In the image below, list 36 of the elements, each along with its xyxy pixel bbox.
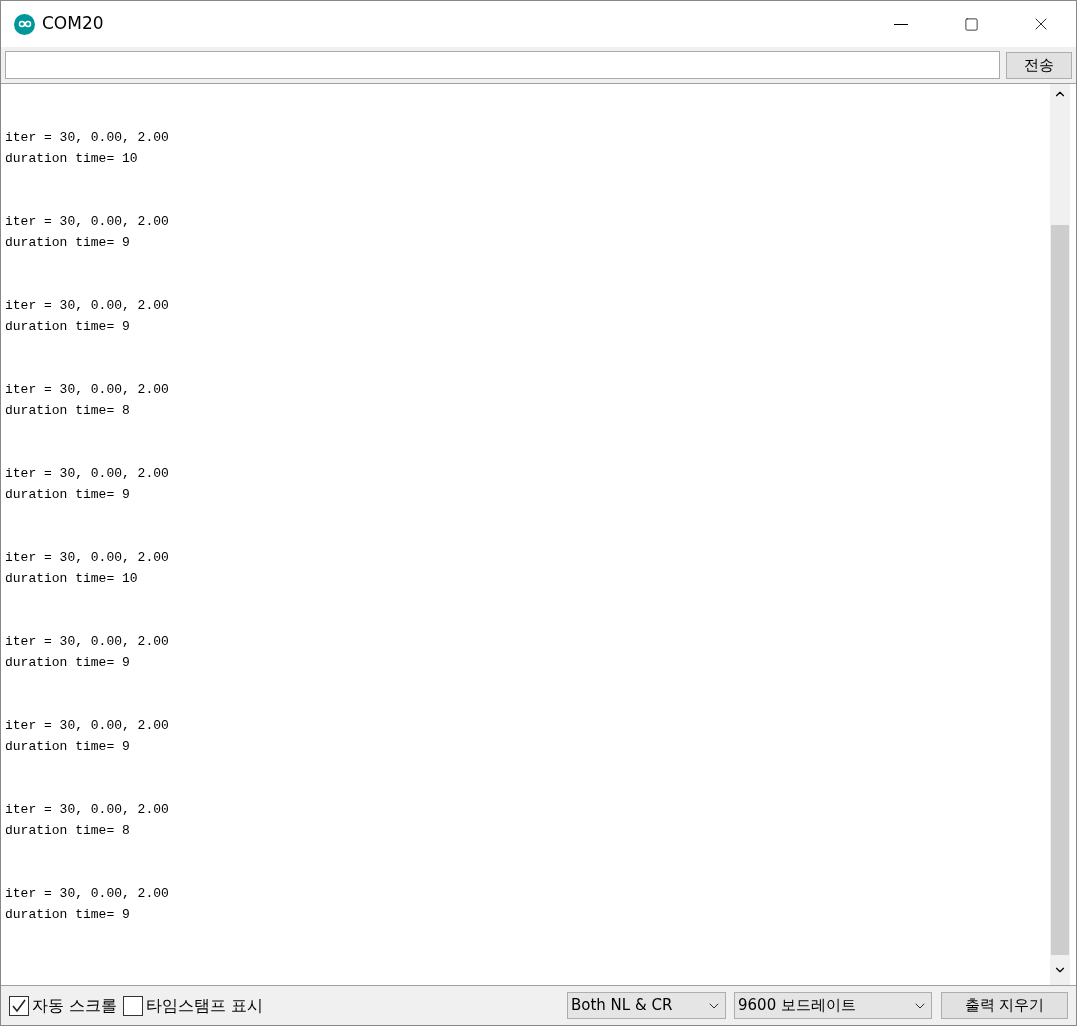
checkbox-label: 자동 스크롤 (32, 994, 118, 1017)
checkbox[interactable] (123, 995, 144, 1016)
checkbox-label: 타임스탬프 표시 (146, 994, 264, 1017)
output-line: duration time= 9 (5, 738, 130, 756)
output-line: iter = 30, 0.00, 2.00 (5, 717, 169, 735)
window-title: COM20 (42, 12, 104, 36)
output-line: duration time= 9 (5, 654, 130, 672)
output-line: duration time= 8 (5, 822, 130, 840)
output-line: iter = 30, 0.00, 2.00 (5, 633, 169, 651)
clear-output-button[interactable]: 출력 지우기 (941, 992, 1068, 1019)
scrollbar-thumb[interactable] (1051, 225, 1069, 955)
output-line: iter = 30, 0.00, 2.00 (5, 801, 169, 819)
output-line: duration time= 10 (5, 150, 138, 168)
send-input-field[interactable] (5, 51, 1000, 79)
checkbox[interactable] (9, 995, 29, 1016)
output-line: iter = 30, 0.00, 2.00 (5, 885, 169, 903)
baud-rate-dropdown[interactable]: 9600 보드레이트 (734, 992, 932, 1019)
output-line: iter = 30, 0.00, 2.00 (5, 381, 169, 399)
output-line: duration time= 9 (5, 486, 130, 504)
maximize-icon (963, 16, 979, 32)
checkmark-icon (11, 997, 27, 1014)
scrollbar[interactable] (1050, 84, 1070, 985)
output-line: duration time= 10 (5, 570, 138, 588)
minimize-icon (894, 23, 908, 25)
output-line: iter = 30, 0.00, 2.00 (5, 213, 169, 231)
output-line: iter = 30, 0.00, 2.00 (5, 465, 169, 483)
output-line: duration time= 9 (5, 234, 130, 252)
line-ending-dropdown[interactable]: Both NL & CR (567, 992, 726, 1019)
output-line: iter = 30, 0.00, 2.00 (5, 549, 169, 567)
output-line: duration time= 9 (5, 906, 130, 924)
output-line: iter = 30, 0.00, 2.00 (5, 129, 169, 147)
output-line: duration time= 9 (5, 318, 130, 336)
output-line: iter = 30, 0.00, 2.00 (5, 297, 169, 315)
output-line: duration time= 8 (5, 402, 130, 420)
send-button[interactable]: 전송 (1006, 51, 1072, 79)
app-logo-icon (14, 13, 35, 35)
